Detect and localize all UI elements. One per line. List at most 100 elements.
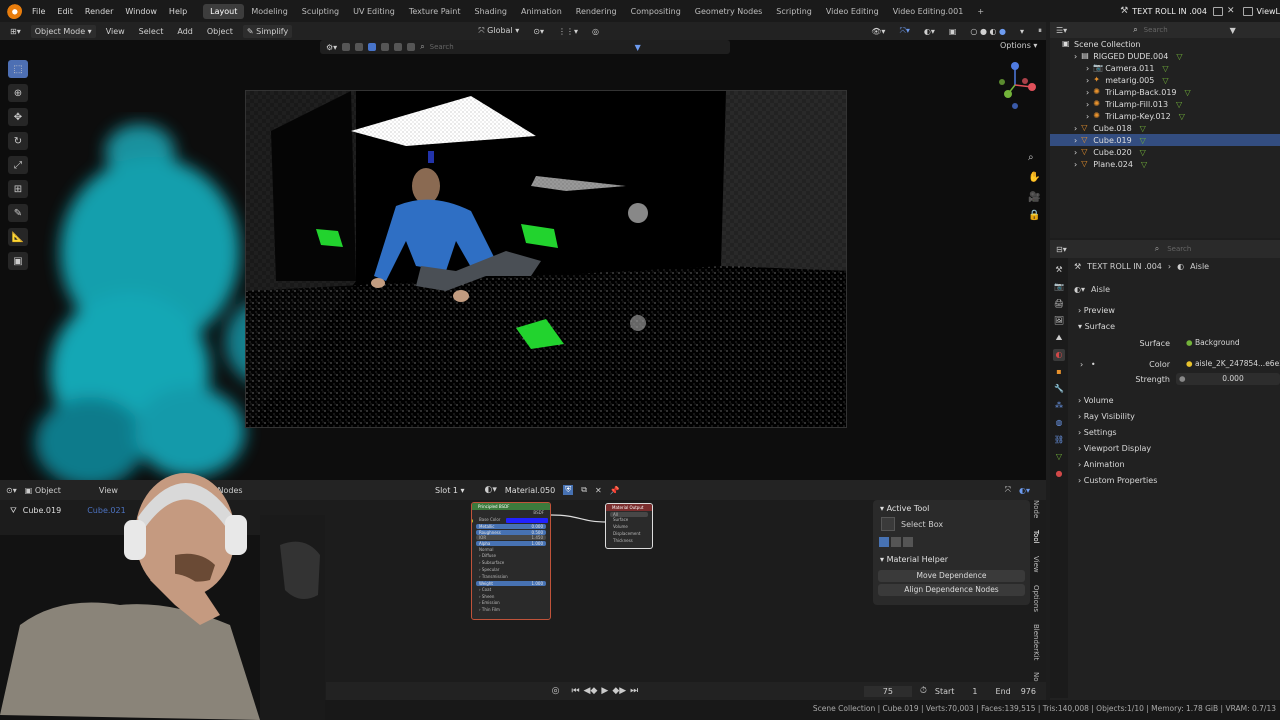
overlay-toggle-icon[interactable]: ◐▾ xyxy=(920,25,939,38)
thin-film-panel[interactable]: › Thin Film xyxy=(472,607,550,614)
outliner-search[interactable]: Search xyxy=(1144,26,1224,34)
align-dependence-nodes-button[interactable]: Align Dependence Nodes xyxy=(878,584,1025,596)
tab-uv-editing[interactable]: UV Editing xyxy=(346,4,402,19)
output-volume-socket[interactable]: Volume xyxy=(606,524,652,531)
expand-chevron-icon[interactable]: › xyxy=(1074,160,1077,169)
pin-icon[interactable]: 📌 xyxy=(610,486,620,495)
tab-sculpting[interactable]: Sculpting xyxy=(295,4,346,19)
menu-window[interactable]: Window xyxy=(119,7,163,16)
coat-panel[interactable]: › Coat xyxy=(472,587,550,594)
editor-type-icon[interactable]: ⊞▾ xyxy=(6,25,25,38)
scene-breadcrumb[interactable]: TEXT ROLL IN .004 xyxy=(1087,262,1162,271)
tab-node[interactable]: Node xyxy=(1032,500,1040,518)
camera-render-preview[interactable] xyxy=(245,90,847,428)
visibility-icon[interactable]: 👁▾ xyxy=(867,25,889,38)
output-target-dropdown[interactable]: All xyxy=(610,511,648,517)
output-displacement-socket[interactable]: Displacement xyxy=(606,531,652,538)
lock-icon[interactable]: 🔒 xyxy=(1028,210,1040,221)
tab-compositing[interactable]: Compositing xyxy=(624,4,688,19)
roughness-field[interactable]: Roughness 0.500 xyxy=(476,529,546,535)
weight-field[interactable]: Weight 1.000 xyxy=(476,581,546,587)
filter-icon[interactable]: ▼ xyxy=(635,43,641,52)
select-new-icon[interactable] xyxy=(879,537,889,547)
surface-dropdown[interactable]: ● Background xyxy=(1176,337,1280,349)
prev-keyframe-icon[interactable]: ◀◆ xyxy=(584,686,598,696)
scene-collection-row[interactable]: ▣ Scene Collection xyxy=(1050,38,1280,50)
properties-search[interactable]: Search xyxy=(1167,245,1191,253)
transmission-panel[interactable]: › Transmission xyxy=(472,574,550,581)
3d-viewport[interactable]: ⊞▾ Object Mode ▾ View Select Add Object … xyxy=(0,22,1046,480)
object-data-icon[interactable]: ▽ xyxy=(1140,148,1146,157)
object-data-icon[interactable]: ▽ xyxy=(1162,76,1168,85)
object-data-icon[interactable]: ▽ xyxy=(1185,88,1191,97)
tab-scripting[interactable]: Scripting xyxy=(769,4,819,19)
expand-chevron-icon[interactable]: › xyxy=(1086,76,1089,85)
outliner-item[interactable]: › ✺ TriLamp-Back.019 ▽ xyxy=(1050,86,1280,98)
menu-edit[interactable]: Edit xyxy=(51,7,79,16)
settings-section[interactable]: › Settings xyxy=(1050,424,1280,440)
tab-video-editing[interactable]: Video Editing xyxy=(819,4,886,19)
layer-toggle-2[interactable] xyxy=(355,43,364,51)
layer-toggle-6[interactable] xyxy=(407,43,416,51)
object-data-icon[interactable]: ▽ xyxy=(1176,52,1182,61)
fake-user-icon[interactable]: ⛨ xyxy=(563,485,574,495)
axis-gizmo-icon[interactable] xyxy=(990,60,1040,150)
custom-properties-section[interactable]: › Custom Properties xyxy=(1050,472,1280,488)
overlay-node-icon[interactable]: ◐▾ xyxy=(1019,486,1030,495)
output-surface-socket[interactable]: Surface xyxy=(606,517,652,524)
proportional-edit-icon[interactable]: ◎ xyxy=(588,25,603,38)
scene-name[interactable]: TEXT ROLL IN .004 xyxy=(1132,7,1207,16)
tool-tab-icon[interactable]: ⚒ xyxy=(1053,264,1065,276)
surface-section[interactable]: ▾ Surface xyxy=(1050,318,1280,334)
shading-modes[interactable]: ○ ● ◐ ● xyxy=(966,25,1010,38)
alpha-field[interactable]: Alpha 1.000 xyxy=(476,540,546,546)
preview-section[interactable]: › Preview xyxy=(1050,302,1280,318)
unlink-material-icon[interactable]: ✕ xyxy=(595,486,602,495)
delete-scene-icon[interactable]: ✕ xyxy=(1227,6,1235,16)
ior-field[interactable]: IOR 1.450 xyxy=(476,535,546,541)
menu-object[interactable]: Object xyxy=(203,25,237,38)
expand-chevron-icon[interactable]: › xyxy=(1086,88,1089,97)
object-data-icon[interactable]: ▽ xyxy=(1141,160,1147,169)
jump-end-icon[interactable]: ⏭ xyxy=(630,686,638,696)
material-name[interactable]: Material.050 xyxy=(505,486,555,495)
principled-bsdf-node[interactable]: Principled BSDF BSDF Base Color Metallic… xyxy=(471,502,551,620)
subsurface-panel[interactable]: › Subsurface xyxy=(472,560,550,567)
expand-chevron-icon[interactable]: › xyxy=(1086,112,1089,121)
current-frame-field[interactable]: 75 xyxy=(863,685,912,697)
expand-chevron-icon[interactable]: › xyxy=(1074,148,1077,157)
layer-toggle-1[interactable] xyxy=(342,43,351,51)
simplify-button[interactable]: ✎ Simplify xyxy=(242,24,293,38)
ray-visibility-section[interactable]: › Ray Visibility xyxy=(1050,408,1280,424)
outliner-item[interactable]: › 📷 Camera.011 ▽ xyxy=(1050,62,1280,74)
select-extend-icon[interactable] xyxy=(891,537,901,547)
expand-chevron-icon[interactable]: › xyxy=(1074,52,1077,61)
jump-start-icon[interactable]: ⏮ xyxy=(571,686,579,696)
layer-toggle-4[interactable] xyxy=(381,43,390,51)
outliner-item[interactable]: › ▤ RIGGED DUDE.004 ▽ xyxy=(1050,50,1280,62)
tab-geometry-nodes[interactable]: Geometry Nodes xyxy=(688,4,769,19)
outliner-item[interactable]: › ✺ TriLamp-Fill.013 ▽ xyxy=(1050,98,1280,110)
animation-section[interactable]: › Animation xyxy=(1050,456,1280,472)
emission-panel[interactable]: › Emission xyxy=(472,600,550,607)
transform-orientation-dropdown[interactable]: ⤧ Global ▾ xyxy=(474,24,523,38)
material-helper-header[interactable]: ▾ Material Helper xyxy=(873,551,1030,568)
menu-file[interactable]: File xyxy=(26,7,51,16)
menu-view[interactable]: View xyxy=(102,25,129,38)
sheen-panel[interactable]: › Sheen xyxy=(472,594,550,601)
expand-chevron-icon[interactable]: › xyxy=(1086,64,1089,73)
play-icon[interactable]: ▶ xyxy=(601,686,608,696)
mode-dropdown[interactable]: Object Mode ▾ xyxy=(30,24,96,38)
outliner-item[interactable]: › ▽ Cube.020 ▽ xyxy=(1050,146,1280,158)
tab-view[interactable]: View xyxy=(1032,556,1040,573)
tab-texture-paint[interactable]: Texture Paint xyxy=(402,4,468,19)
normal-row[interactable]: Normal xyxy=(472,547,550,554)
pause-render-icon[interactable]: ⏸ xyxy=(1034,24,1046,38)
start-frame-field[interactable]: 1 xyxy=(972,687,977,696)
expand-chevron-icon[interactable]: › xyxy=(1086,100,1089,109)
add-workspace-button[interactable]: + xyxy=(970,4,991,19)
object-data-icon[interactable]: ▽ xyxy=(1140,124,1146,133)
pan-hand-icon[interactable]: ✋ xyxy=(1028,172,1040,183)
object-data-icon[interactable]: ▽ xyxy=(1179,112,1185,121)
end-frame-field[interactable]: 976 xyxy=(1021,687,1036,696)
